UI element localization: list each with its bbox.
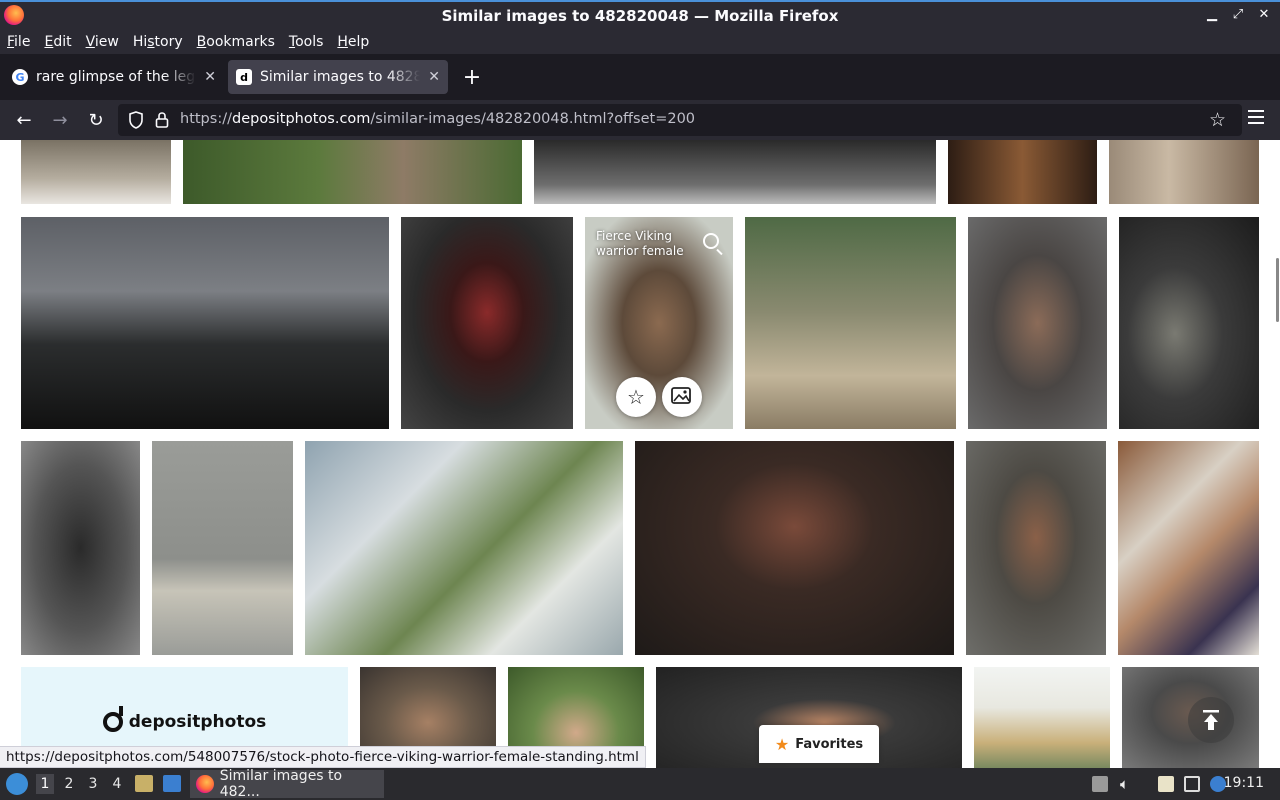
photo-thumbnail[interactable] [974,667,1110,768]
menu-edit[interactable]: Edit [44,34,78,50]
menu-history[interactable]: History [133,34,190,50]
workspace-3[interactable]: 3 [84,774,102,794]
tab-strip: G rare glimpse of the legendary ✕ d Simi… [0,54,1280,100]
reload-icon[interactable]: ↻ [84,108,108,132]
navigation-toolbar: ← → ↻ https://depositphotos.com/similar-… [0,100,1280,140]
photo-thumbnail[interactable] [152,441,293,655]
firefox-logo-icon [4,5,24,25]
photo-thumbnail[interactable] [183,140,522,204]
zoom-in-icon[interactable] [703,233,719,249]
workspace-1[interactable]: 1 [36,774,54,794]
tray-eject-icon[interactable] [1092,776,1108,792]
forward-arrow-icon[interactable]: → [48,108,72,132]
menu-view[interactable]: View [86,34,126,50]
arrow-up-icon [1203,710,1219,730]
photo-thumbnail-hovered[interactable]: Fierce Viking warrior female ☆ [585,217,733,429]
tab-close-icon[interactable]: ✕ [428,69,440,85]
maximize-button[interactable]: ⤢ [1232,7,1244,22]
window-controls: ▁ ⤢ ✕ [1206,7,1270,22]
depositphotos-logo-icon [102,706,123,732]
firefox-icon [196,775,214,793]
taskbar-firefox-task[interactable]: Similar images to 482... [190,768,384,800]
show-desktop-icon[interactable] [163,775,181,792]
start-menu-icon[interactable] [6,773,28,795]
photo-thumbnail[interactable] [745,217,956,429]
find-similar-image-button[interactable] [662,377,702,417]
url-text[interactable]: https://depositphotos.com/similar-images… [180,111,695,127]
favorites-button[interactable]: ★ Favorites [759,725,879,763]
menu-help[interactable]: Help [337,34,376,50]
menu-tools[interactable]: Tools [289,34,331,50]
photo-thumbnail[interactable] [1118,441,1259,655]
photo-thumbnail[interactable] [948,140,1097,204]
status-link-preview: https://depositphotos.com/548007576/stoc… [0,746,646,768]
scroll-to-top-button[interactable] [1188,697,1234,743]
back-arrow-icon[interactable]: ← [12,108,36,132]
photo-thumbnail[interactable] [1109,140,1259,204]
image-search-icon [671,387,691,404]
photo-thumbnail[interactable] [1119,217,1259,429]
page-content: Fierce Viking warrior female ☆ depositph… [0,140,1280,768]
workspace-2[interactable]: 2 [60,774,78,794]
close-window-button[interactable]: ✕ [1258,7,1270,22]
tab-label: rare glimpse of the legendary [36,69,196,85]
depositphotos-logo-text: depositphotos [128,712,267,732]
url-bar[interactable]: https://depositphotos.com/similar-images… [118,104,1242,136]
photo-title: Fierce Viking warrior female [596,229,684,258]
tab-label: Similar images to 482820048 [260,69,421,85]
photo-thumbnail[interactable] [966,441,1106,655]
photo-thumbnail[interactable] [21,140,171,204]
clipboard-icon[interactable] [1158,776,1174,792]
scrollbar-thumb[interactable] [1276,258,1279,322]
tab-close-icon[interactable]: ✕ [204,69,216,85]
bookmark-star-icon[interactable]: ☆ [1209,109,1226,131]
menu-bookmarks[interactable]: Bookmarks [197,34,282,50]
favorites-label: Favorites [795,736,864,752]
clock: 19:11 [1223,775,1264,791]
volume-icon[interactable]: 🔈︎ [1120,776,1136,792]
tab-google[interactable]: G rare glimpse of the legendary ✕ [4,60,224,94]
photo-thumbnail[interactable] [534,140,936,204]
tab-similar-images[interactable]: d Similar images to 482820048 ✕ [228,60,448,94]
window-title: Similar images to 482820048 — Mozilla Fi… [441,7,839,25]
network-icon[interactable] [1184,776,1200,792]
google-icon: G [12,69,28,85]
photo-thumbnail[interactable] [968,217,1107,429]
photo-thumbnail[interactable] [401,217,573,429]
file-manager-icon[interactable] [135,775,153,792]
new-tab-button[interactable]: + [458,65,486,90]
app-menu-icon[interactable] [1248,110,1264,124]
lock-icon[interactable] [155,111,169,129]
depositphotos-icon: d [236,69,252,85]
photo-thumbnail[interactable] [635,441,954,655]
window-titlebar: Similar images to 482820048 — Mozilla Fi… [0,0,1280,30]
workspace-4[interactable]: 4 [108,774,126,794]
desktop-taskbar: 1 2 3 4 Similar images to 482... 🔈︎ 19:1… [0,768,1280,800]
menubar: File Edit View History Bookmarks Tools H… [0,30,1280,54]
task-label: Similar images to 482... [219,768,343,800]
minimize-button[interactable]: ▁ [1206,7,1218,22]
tracking-shield-icon[interactable] [128,111,144,129]
favorite-star-button[interactable]: ☆ [616,377,656,417]
photo-thumbnail[interactable] [21,441,140,655]
menu-file[interactable]: File [7,34,37,50]
star-icon: ★ [774,734,790,754]
photo-thumbnail[interactable] [21,217,389,429]
photo-thumbnail[interactable] [305,441,623,655]
